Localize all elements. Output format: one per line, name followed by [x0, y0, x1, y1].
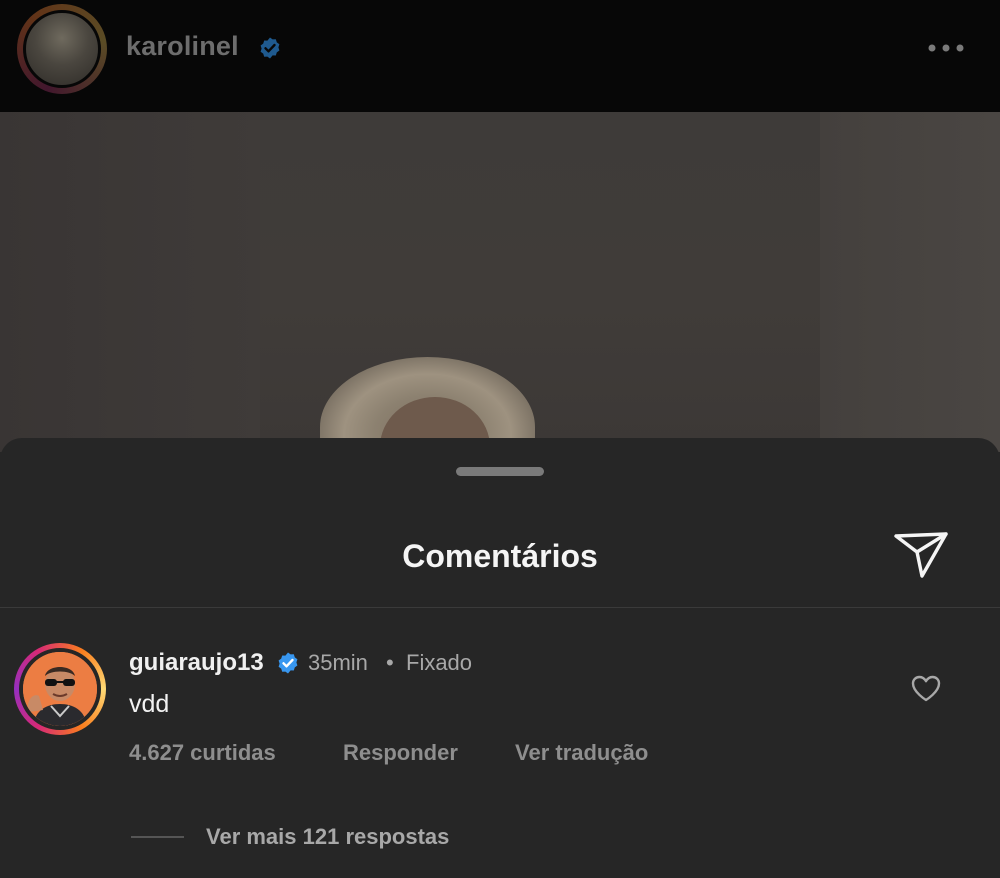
commenter-avatar-image — [23, 652, 97, 726]
comment-timestamp: 35min — [308, 650, 368, 675]
verified-badge-icon — [260, 37, 280, 59]
sheet-drag-handle[interactable] — [456, 467, 544, 476]
pinned-label: Fixado — [406, 650, 473, 675]
reply-button[interactable]: Responder — [343, 740, 458, 766]
photo-background-right — [820, 112, 1000, 452]
replies-divider-line — [131, 836, 184, 838]
comment-like-count[interactable]: 4.627 curtidas — [129, 740, 276, 766]
comments-sheet: Comentários guiaraujo13 35min • Fixado v… — [0, 438, 1000, 878]
comment-text: vdd — [129, 690, 170, 718]
heart-icon[interactable] — [910, 674, 942, 702]
share-icon[interactable] — [892, 528, 950, 580]
more-options-icon[interactable] — [922, 36, 970, 60]
verified-badge-icon — [278, 652, 298, 674]
post-photo — [0, 112, 1000, 497]
view-more-replies-button[interactable]: Ver mais 121 respostas — [206, 824, 449, 850]
instagram-post-view: karolinel Comentários guiaraujo13 35min … — [0, 0, 1000, 878]
commenter-username[interactable]: guiaraujo13 — [129, 649, 264, 677]
meta-separator: • — [386, 650, 394, 675]
post-author-username[interactable]: karolinel — [126, 31, 239, 62]
sheet-divider — [0, 607, 1000, 608]
commenter-avatar[interactable] — [19, 648, 101, 730]
post-header: karolinel — [0, 0, 1000, 112]
photo-background — [0, 112, 260, 452]
sheet-title: Comentários — [402, 538, 598, 574]
see-translation-button[interactable]: Ver tradução — [515, 740, 648, 766]
post-author-avatar[interactable] — [23, 10, 101, 88]
